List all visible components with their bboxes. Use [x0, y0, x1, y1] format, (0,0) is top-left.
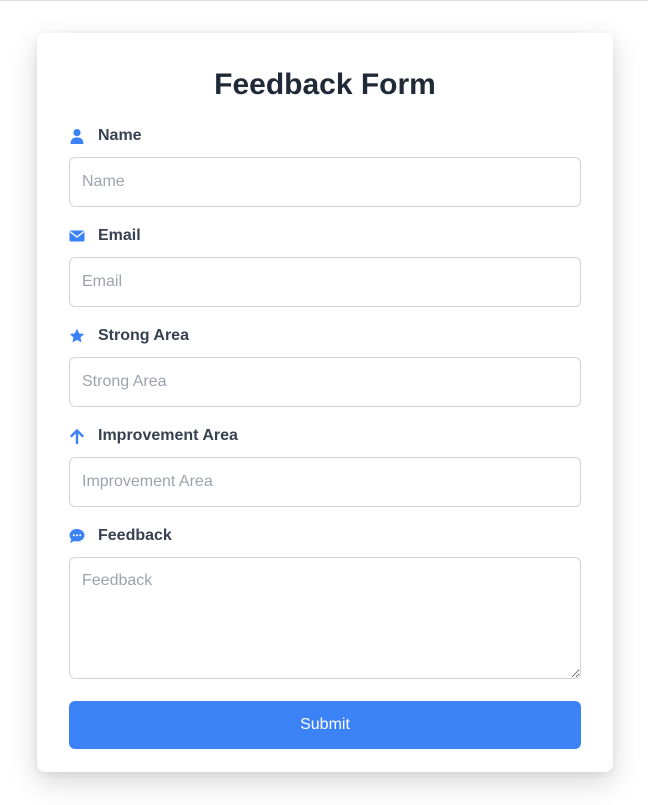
star-icon	[69, 328, 85, 344]
comment-icon	[69, 528, 85, 544]
strong-area-label-row: Strong Area	[69, 324, 581, 348]
email-field-group: Email	[69, 224, 581, 307]
feedback-label-row: Feedback	[69, 524, 581, 548]
envelope-icon	[69, 228, 85, 244]
feedback-field-group: Feedback	[69, 524, 581, 679]
form-title: Feedback Form	[214, 68, 436, 101]
user-icon	[69, 128, 85, 144]
strong-area-label: Strong Area	[98, 327, 189, 344]
feedback-textarea[interactable]	[69, 557, 581, 679]
improvement-area-input[interactable]	[69, 457, 581, 507]
improvement-area-field-group: Improvement Area	[69, 424, 581, 507]
name-label-row: Name	[69, 124, 581, 148]
email-label: Email	[98, 227, 141, 244]
improvement-area-label: Improvement Area	[98, 427, 238, 444]
feedback-label: Feedback	[98, 527, 172, 544]
name-field-group: Name	[69, 124, 581, 207]
email-label-row: Email	[69, 224, 581, 248]
strong-area-input[interactable]	[69, 357, 581, 407]
improvement-area-label-row: Improvement Area	[69, 424, 581, 448]
name-input[interactable]	[69, 157, 581, 207]
feedback-form-card: Feedback Form Name Email Strong Area	[37, 33, 613, 772]
arrow-up-icon	[69, 428, 85, 444]
email-input[interactable]	[69, 257, 581, 307]
strong-area-field-group: Strong Area	[69, 324, 581, 407]
submit-button[interactable]: Submit	[69, 701, 581, 749]
name-label: Name	[98, 127, 142, 144]
top-divider	[0, 0, 648, 1]
